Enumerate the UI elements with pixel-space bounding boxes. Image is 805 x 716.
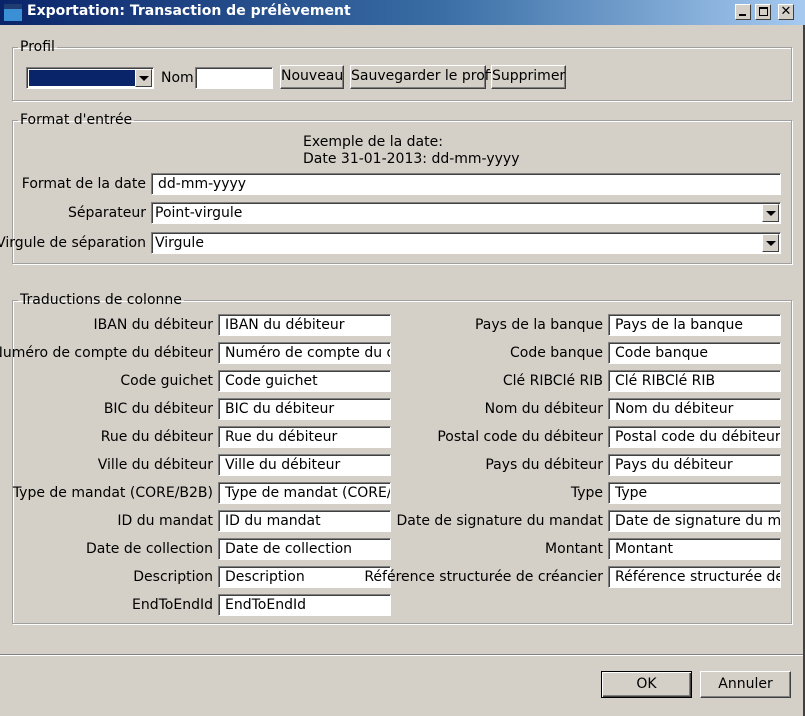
profile-name-label: Nom	[161, 70, 194, 86]
column-input[interactable]: Référence structurée de créancier	[608, 566, 781, 588]
column-label: Pays du débiteur	[485, 457, 603, 473]
window-title: Exportation: Transaction de prélèvement	[27, 3, 351, 19]
column-label: IBAN du débiteur	[93, 317, 213, 333]
column-input[interactable]: IBAN du débiteur	[218, 314, 391, 336]
column-label: Rue du débiteur	[100, 429, 213, 445]
chevron-down-icon[interactable]	[762, 234, 779, 252]
column-label: BIC du débiteur	[103, 401, 213, 417]
column-input[interactable]: ID du mandat	[218, 510, 391, 532]
title-bar[interactable]: Exportation: Transaction de prélèvement …	[0, 0, 805, 25]
new-profile-button[interactable]: Nouveau	[280, 65, 344, 89]
column-input[interactable]: Code banque	[608, 342, 781, 364]
maximize-icon	[759, 7, 768, 16]
column-input[interactable]: Type de mandat (CORE/B2B)	[218, 482, 391, 504]
date-format-input[interactable]: dd-mm-yyyy	[151, 173, 781, 195]
column-input[interactable]: Pays de la banque	[608, 314, 781, 336]
separator-label: Séparateur	[67, 205, 146, 221]
input-format-legend: Format d'entrée	[20, 112, 133, 128]
separator-value: Point-virgule	[155, 205, 243, 221]
decimal-separator-select[interactable]: Virgule	[151, 232, 781, 254]
close-button[interactable]: ✕	[778, 4, 794, 20]
column-label: Numéro de compte du débiteur	[0, 345, 213, 361]
profile-select[interactable]	[26, 67, 154, 89]
cancel-button[interactable]: Annuler	[700, 671, 791, 698]
column-input[interactable]: Postal code du débiteur	[608, 426, 781, 448]
profile-name-input[interactable]	[195, 67, 273, 89]
column-input[interactable]: Ville du débiteur	[218, 454, 391, 476]
close-icon: ✕	[780, 4, 792, 19]
column-label: Description	[133, 569, 213, 585]
chevron-down-icon[interactable]	[135, 69, 152, 87]
date-format-label: Format de la date	[21, 176, 146, 192]
column-label: Date de collection	[85, 541, 213, 557]
decimal-separator-label: Virgule de séparation	[0, 235, 146, 251]
column-label: Type de mandat (CORE/B2B)	[12, 485, 213, 501]
column-label: Montant	[545, 541, 603, 557]
column-input[interactable]: Clé RIBClé RIB	[608, 370, 781, 392]
column-label: Postal code du débiteur	[437, 429, 603, 445]
column-label: Nom du débiteur	[484, 401, 603, 417]
profile-legend: Profil	[20, 39, 55, 55]
date-example-text: Date 31-01-2013: dd-mm-yyyy	[303, 151, 520, 167]
column-label: Pays de la banque	[474, 317, 603, 333]
separator-select[interactable]: Point-virgule	[151, 202, 781, 224]
column-input[interactable]: Code guichet	[218, 370, 391, 392]
column-label: Code banque	[509, 345, 603, 361]
maximize-button[interactable]	[755, 4, 771, 20]
footer-divider	[0, 654, 805, 656]
column-label: EndToEndId	[132, 597, 213, 613]
column-label: Code guichet	[120, 373, 213, 389]
column-label: Référence structurée de créancier	[364, 569, 603, 585]
column-label: Date de signature du mandat	[396, 513, 603, 529]
column-translations-legend: Traductions de colonne	[20, 292, 182, 308]
ok-button[interactable]: OK	[601, 671, 692, 698]
column-input[interactable]: Numéro de compte du débiteur	[218, 342, 391, 364]
date-example-title: Exemple de la date:	[303, 134, 443, 150]
column-label: ID du mandat	[117, 513, 213, 529]
save-profile-button[interactable]: Sauvegarder le profil	[350, 65, 497, 89]
column-label: Clé RIBClé RIB	[502, 373, 603, 389]
column-input[interactable]: Nom du débiteur	[608, 398, 781, 420]
delete-profile-button[interactable]: Supprimer	[491, 65, 566, 89]
minimize-button[interactable]	[735, 4, 751, 20]
app-icon	[4, 4, 22, 21]
column-input[interactable]: Date de collection	[218, 538, 391, 560]
column-input[interactable]: BIC du débiteur	[218, 398, 391, 420]
column-input[interactable]: Rue du débiteur	[218, 426, 391, 448]
minimize-icon	[739, 14, 746, 16]
column-label: Ville du débiteur	[97, 457, 213, 473]
column-input[interactable]: Pays du débiteur	[608, 454, 781, 476]
profile-selected-value	[29, 70, 135, 86]
column-input[interactable]: EndToEndId	[218, 594, 391, 616]
decimal-separator-value: Virgule	[155, 235, 204, 251]
column-label: Type	[570, 485, 603, 501]
chevron-down-icon[interactable]	[762, 204, 779, 222]
export-dialog: Exportation: Transaction de prélèvement …	[0, 0, 805, 716]
column-input[interactable]: Type	[608, 482, 781, 504]
column-input[interactable]: Date de signature du mandat	[608, 510, 781, 532]
column-input[interactable]: Montant	[608, 538, 781, 560]
